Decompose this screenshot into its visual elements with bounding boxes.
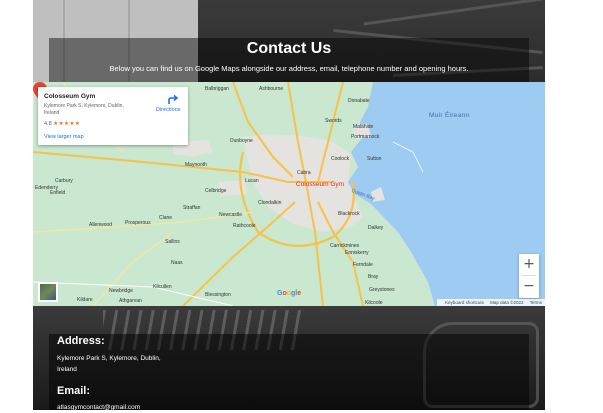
map-attribution: Keyboard shortcuts Map data ©2022 Terms	[437, 299, 545, 306]
contact-details-band	[49, 334, 529, 410]
map-place: Dalkey	[368, 225, 384, 231]
terms-link[interactable]: Terms	[530, 300, 542, 305]
map-place: Straffan	[183, 205, 201, 211]
map-place: Allenwood	[89, 222, 113, 228]
map-place: Edenderry	[35, 185, 59, 191]
place-info-card: Colosseum Gym Kylemore Park S, Kylemore,…	[38, 87, 188, 145]
google-map[interactable]: Muir Éireann Dublin Bay Balbriggan Ashbo…	[33, 82, 545, 306]
place-rating: 4.8 ★★★★★	[44, 121, 80, 127]
map-place: Blackrock	[338, 211, 360, 217]
map-place: Donabate	[348, 98, 370, 104]
map-data-label: Map data ©2022	[490, 300, 524, 305]
directions-icon[interactable]	[167, 95, 179, 105]
rating-stars-icon: ★★★★★	[53, 121, 81, 127]
map-place: Coolock	[331, 156, 350, 162]
map-place: Newcastle	[219, 212, 243, 218]
map-place: Kilcoole	[365, 300, 383, 306]
map-place: Prosperous	[125, 220, 151, 226]
zoom-controls: + −	[519, 254, 539, 298]
zoom-in-button[interactable]: +	[519, 254, 539, 275]
map-place: Bray	[368, 274, 379, 280]
page-title: Contact Us	[246, 40, 332, 57]
map-place: Cabra	[297, 170, 311, 176]
map-place: Carbury	[55, 178, 73, 184]
map-place: Dunboyne	[230, 138, 253, 144]
map-place: Rathcoole	[233, 223, 256, 229]
map-place: Balbriggan	[205, 86, 229, 92]
map-place: Malahide	[353, 124, 374, 130]
address-label: Address:	[57, 335, 105, 347]
place-address: Kylemore Park S, Kylemore, Dublin, Irela…	[44, 103, 124, 116]
map-place: Clondalkin	[258, 200, 282, 206]
rating-value: 4.8	[44, 121, 52, 127]
keyboard-shortcuts-link[interactable]: Keyboard shortcuts	[445, 300, 484, 305]
map-place: Kildare	[77, 297, 93, 303]
zoom-out-button[interactable]: −	[519, 276, 539, 297]
map-place: Newbridge	[109, 288, 133, 294]
layer-icon[interactable]	[38, 282, 58, 302]
map-place: Clane	[159, 215, 173, 221]
page-subtitle: Below you can find us on Google Maps alo…	[109, 64, 469, 73]
ceiling-beam	[363, 0, 543, 26]
map-place: Enniskerry	[345, 250, 369, 256]
map-place: Celbridge	[205, 188, 227, 194]
map-place: Ferndale	[353, 262, 373, 268]
map-place: Athgarvan	[119, 298, 142, 304]
email-label: Email:	[57, 385, 91, 397]
email-value[interactable]: atlasgymcontact@gmail.com	[57, 402, 140, 413]
map-place: Kilcullen	[153, 284, 172, 290]
map-place: Lucan	[245, 178, 259, 184]
view-larger-map-link[interactable]: View larger map	[44, 134, 84, 140]
map-place: Portmarnock	[351, 134, 380, 140]
pin-label[interactable]: Colosseum Gym	[296, 181, 344, 188]
address-line-1: Kylemore Park S, Kylemore, Dublin,	[57, 355, 161, 362]
map-place: Sallins	[165, 239, 180, 245]
google-logo: Google	[277, 290, 302, 297]
address-line-2: Ireland	[57, 366, 77, 373]
map-place: Maynooth	[185, 162, 207, 168]
map-place: Blessington	[205, 292, 231, 298]
directions-link[interactable]: Directions	[156, 107, 180, 113]
map-place: Sutton	[367, 156, 382, 162]
map-place: Naas	[171, 260, 183, 266]
map-place: Swords	[325, 118, 342, 124]
place-name: Colosseum Gym	[44, 93, 96, 100]
map-place: Greystones	[369, 287, 395, 293]
map-place: Ashbourne	[259, 86, 284, 92]
map-place: Carrickmines	[330, 243, 360, 249]
sea-label: Muir Éireann	[429, 112, 470, 119]
